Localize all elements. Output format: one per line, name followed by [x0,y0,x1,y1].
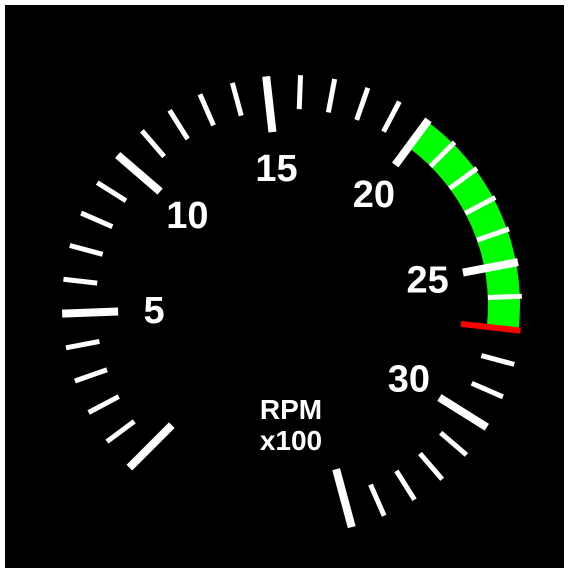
major-tick [62,307,119,318]
minor-tick [229,82,244,117]
minor-tick [394,469,417,501]
minor-tick [480,353,515,367]
minor-tick [140,129,167,159]
tick-label: 15 [255,148,297,190]
minor-tick [197,93,216,127]
major-tick [115,151,163,195]
tachometer-dial: 5 10 15 20 25 30 RPM x100 [62,75,522,529]
tick-label-layer: 5 10 15 20 25 30 [144,148,449,400]
minor-tick [381,100,402,133]
major-tick [262,76,277,133]
minor-tick [296,75,304,110]
major-tick [126,422,175,471]
tick-label: 25 [406,259,448,301]
minor-tick [470,380,504,400]
minor-tick [418,451,445,481]
minor-tick [63,276,98,286]
minor-tick [65,339,100,351]
minor-tick [95,180,128,203]
major-tick [437,394,489,431]
minor-tick [354,87,371,121]
minor-tick [74,367,108,384]
minor-tick [325,78,338,113]
minor-tick [368,483,387,517]
minor-tick [105,419,136,444]
minor-tick [487,293,522,301]
minor-tick [167,108,190,141]
tachometer-gauge: 5 10 15 20 25 30 RPM x100 [5,5,564,568]
tick-label: 10 [166,195,208,237]
major-tick [332,468,356,529]
minor-tick [80,210,114,229]
minor-tick [87,394,120,415]
unit-label-rpm: RPM [260,394,322,425]
tick-label: 30 [388,358,430,400]
tick-label: 20 [353,174,395,216]
tick-label: 5 [144,290,165,332]
unit-label-multiplier: x100 [260,425,322,456]
minor-tick [439,430,469,457]
minor-tick [69,243,104,257]
tick-layer [62,75,522,529]
